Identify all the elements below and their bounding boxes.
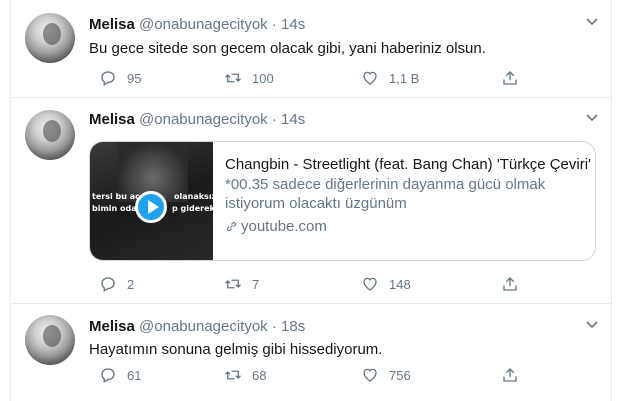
retweet-icon xyxy=(225,370,241,380)
tweet-actions: 61 68 756 xyxy=(89,365,559,385)
avatar[interactable] xyxy=(25,13,75,63)
user-handle[interactable]: @onabunagecityok xyxy=(139,111,268,128)
reply-count: 61 xyxy=(127,367,142,383)
card-domain: youtube.com xyxy=(225,217,593,236)
card-body: Changbin - Streetlight (feat. Bang Chan)… xyxy=(225,155,593,236)
reply-count: 2 xyxy=(127,276,135,292)
heart-icon xyxy=(363,71,377,85)
timestamp[interactable]: 18s xyxy=(281,318,305,335)
play-button[interactable] xyxy=(135,191,167,223)
retweet-icon xyxy=(225,73,241,83)
heart-icon xyxy=(363,277,377,291)
tweet-text: Bu gece sitede son gecem olacak gibi, ya… xyxy=(89,40,486,57)
retweet-button[interactable]: 7 xyxy=(224,274,259,294)
link-card[interactable]: tersi bu ac olanaksız bimin odas p gider… xyxy=(89,141,596,261)
separator: · xyxy=(271,318,277,335)
tweet-actions: 2 7 148 xyxy=(89,274,559,294)
retweet-count: 7 xyxy=(252,276,260,292)
tweet-header: Melisa @onabunagecityok · 14s xyxy=(89,111,305,128)
share-icon xyxy=(503,71,517,85)
reply-button[interactable]: 2 xyxy=(99,274,134,294)
share-icon xyxy=(503,277,517,291)
video-thumbnail[interactable]: tersi bu ac olanaksız bimin odas p gider… xyxy=(90,142,213,260)
user-name[interactable]: Melisa xyxy=(89,16,135,33)
retweet-button[interactable]: 100 xyxy=(224,68,274,88)
avatar[interactable] xyxy=(25,315,75,365)
card-description: istiyorum olacaktı üzgünüm xyxy=(225,195,407,212)
retweet-icon xyxy=(225,279,241,289)
share-button[interactable] xyxy=(501,274,529,294)
heart-icon xyxy=(363,368,377,382)
user-name[interactable]: Melisa xyxy=(89,318,135,335)
user-name[interactable]: Melisa xyxy=(89,111,135,128)
reply-icon xyxy=(101,71,115,86)
tweet-header: Melisa @onabunagecityok · 18s xyxy=(89,318,305,335)
thumbnail-caption: bimin odas xyxy=(92,204,142,213)
reply-icon xyxy=(101,368,115,383)
chevron-down-icon[interactable] xyxy=(585,317,599,331)
reply-icon xyxy=(101,277,115,292)
retweet-button[interactable]: 68 xyxy=(224,365,266,385)
card-title: Changbin - Streetlight (feat. Bang Chan)… xyxy=(225,156,591,173)
share-icon xyxy=(503,368,517,382)
like-count: 756 xyxy=(389,367,411,383)
card-description: *00.35 sadece diğerlerinin dayanma gücü … xyxy=(225,176,546,193)
retweet-count: 68 xyxy=(252,367,267,383)
thumbnail-caption: olanaksız xyxy=(174,192,213,201)
separator: · xyxy=(271,16,277,33)
tweet[interactable]: Melisa @onabunagecityok · 18s Hayatımın … xyxy=(11,304,611,401)
user-handle[interactable]: @onabunagecityok xyxy=(139,318,268,335)
tweet[interactable]: Melisa @onabunagecityok · 14s tersi bu a… xyxy=(11,98,611,304)
thumbnail-caption: tersi bu ac xyxy=(92,192,140,201)
reply-button[interactable]: 61 xyxy=(99,365,141,385)
like-count: 148 xyxy=(389,276,411,292)
tweet[interactable]: Melisa @onabunagecityok · 14s Bu gece si… xyxy=(11,0,611,98)
timestamp[interactable]: 14s xyxy=(281,16,305,33)
card-domain-text: youtube.com xyxy=(241,218,327,235)
tweet-text: Hayatımın sonuna gelmiş gibi hissediyoru… xyxy=(89,341,383,358)
reply-button[interactable]: 95 xyxy=(99,68,141,88)
reply-count: 95 xyxy=(127,70,142,86)
chevron-down-icon[interactable] xyxy=(585,110,599,124)
like-count: 1,1 B xyxy=(389,70,420,86)
like-button[interactable]: 1,1 B xyxy=(361,68,419,88)
tweet-header: Melisa @onabunagecityok · 14s xyxy=(89,16,305,33)
share-button[interactable] xyxy=(501,365,529,385)
link-icon xyxy=(227,222,236,231)
like-button[interactable]: 148 xyxy=(361,274,411,294)
retweet-count: 100 xyxy=(252,70,274,86)
timestamp[interactable]: 14s xyxy=(281,111,305,128)
tweet-actions: 95 100 1,1 B xyxy=(89,68,559,88)
thumbnail-caption: p giderek xyxy=(172,204,213,213)
user-handle[interactable]: @onabunagecityok xyxy=(139,16,268,33)
chevron-down-icon[interactable] xyxy=(585,14,599,28)
separator: · xyxy=(271,111,277,128)
avatar[interactable] xyxy=(25,110,75,160)
share-button[interactable] xyxy=(501,68,529,88)
like-button[interactable]: 756 xyxy=(361,365,411,385)
timeline: Melisa @onabunagecityok · 14s Bu gece si… xyxy=(10,0,612,401)
